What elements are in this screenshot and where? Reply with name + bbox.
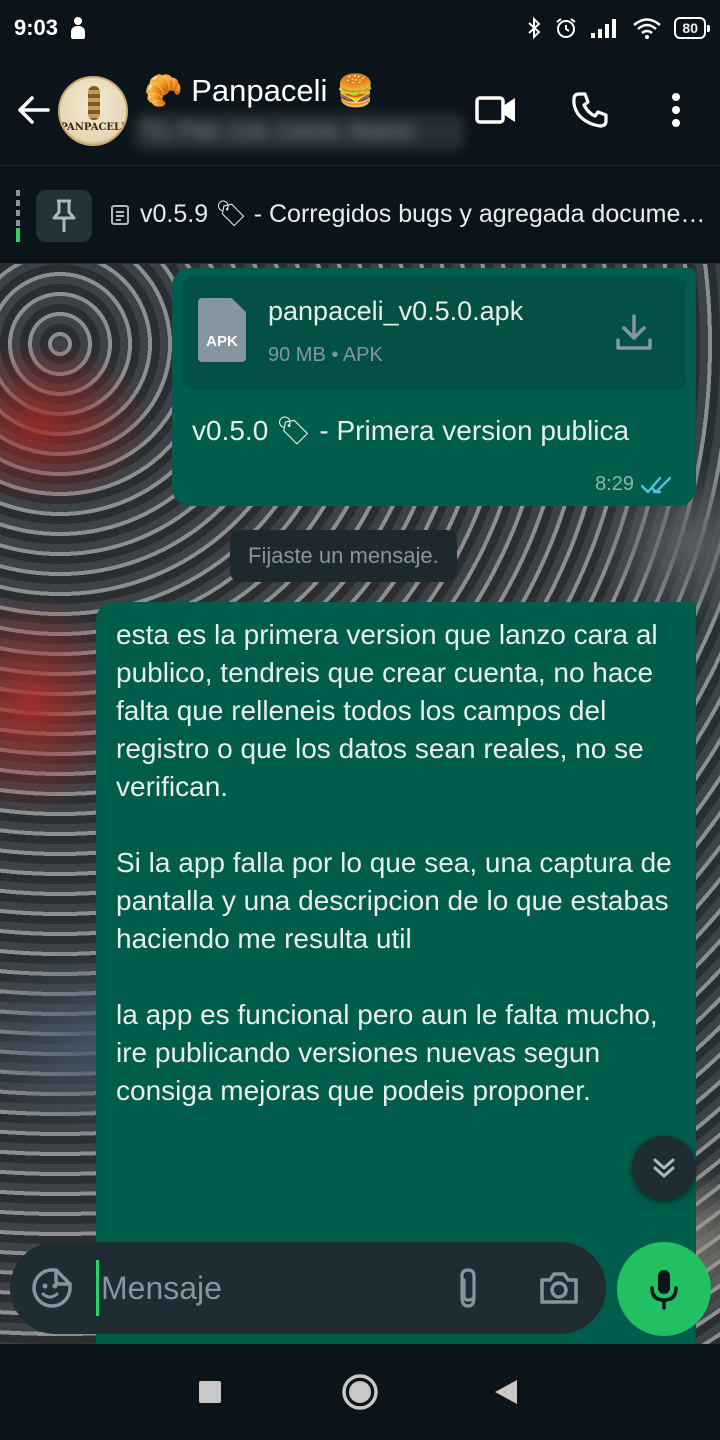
signal-icon: [591, 19, 617, 38]
message-time: 8:29: [595, 473, 634, 495]
sticker-smiley-icon: [32, 1268, 72, 1308]
chat-header: PANPACELI 🥐 Panpaceli 🍔 Tú, Pan, Los, Lo…: [0, 56, 720, 166]
paperclip-icon: [460, 1268, 476, 1308]
triangle-left-icon: [495, 1380, 517, 1404]
pin-button[interactable]: [36, 190, 92, 242]
file-attachment[interactable]: APK panpaceli_v0.5.0.apk 90 MB • APK: [182, 276, 686, 390]
recents-button[interactable]: [186, 1368, 234, 1416]
camera-button[interactable]: [534, 1264, 584, 1312]
status-time: 9:03: [14, 15, 59, 40]
system-message: Fijaste un mensaje.: [230, 530, 457, 582]
home-button[interactable]: [336, 1368, 384, 1416]
text-message-bubble[interactable]: esta es la primera version que lanzo car…: [96, 602, 696, 1344]
message-paragraph: la app es funcional pero aun le falta mu…: [116, 999, 658, 1106]
avatar[interactable]: PANPACELI: [58, 76, 128, 146]
document-icon: [111, 204, 129, 225]
message-meta: 8:29: [595, 473, 674, 496]
status-icons: 80: [526, 16, 710, 40]
message-input[interactable]: [96, 1260, 426, 1316]
double-check-icon: [640, 476, 672, 493]
double-chevron-down-icon: [653, 1158, 675, 1178]
more-vertical-icon: [672, 93, 680, 127]
attach-button[interactable]: [444, 1264, 492, 1312]
back-button[interactable]: [12, 88, 56, 132]
file-name: panpaceli_v0.5.0.apk: [268, 296, 524, 326]
video-call-button[interactable]: [472, 86, 520, 134]
alarm-icon: [556, 18, 577, 38]
file-type-badge: APK: [206, 333, 238, 350]
scroll-to-bottom-button[interactable]: [632, 1136, 696, 1200]
chat-subtitle[interactable]: Tú, Pan, Los, Locos, Nuevo: [134, 114, 464, 150]
square-icon: [199, 1381, 221, 1403]
arrow-left-icon: [18, 96, 50, 124]
video-camera-icon: [475, 96, 515, 124]
chess-pawn-icon: [70, 17, 86, 39]
system-nav-bar: [0, 1344, 720, 1440]
message-paragraph: esta es la primera version que lanzo car…: [116, 619, 658, 802]
download-icon: [616, 314, 652, 350]
phone-icon: [572, 92, 608, 128]
battery-indicator: 80: [674, 17, 710, 39]
microphone-icon: [650, 1270, 678, 1310]
voice-message-button[interactable]: [617, 1242, 711, 1336]
composer: [10, 1242, 606, 1334]
sticker-button[interactable]: [30, 1266, 74, 1310]
avatar-logo-text: PANPACELI: [60, 122, 126, 133]
message-body: esta es la primera version que lanzo car…: [116, 616, 676, 1110]
pinned-message-preview: v0.5.9 🏷 - Corregidos bugs y agregada do…: [110, 200, 706, 229]
wifi-icon: [633, 18, 662, 39]
file-meta: 90 MB • APK: [268, 344, 383, 366]
wheat-icon: [88, 86, 100, 120]
chat-title[interactable]: 🥐 Panpaceli 🍔: [144, 72, 375, 109]
circle-icon: [342, 1374, 378, 1410]
status-bar: 9:03 80: [0, 0, 720, 56]
camera-icon: [540, 1272, 578, 1304]
back-nav-button[interactable]: [482, 1368, 530, 1416]
pin-icon: [52, 199, 76, 232]
pin-position-indicator: [16, 190, 20, 242]
pinned-message-bar[interactable]: v0.5.9 🏷 - Corregidos bugs y agregada do…: [0, 166, 720, 264]
chat-area[interactable]: APK panpaceli_v0.5.0.apk 90 MB • APK v0.…: [0, 264, 720, 1344]
bluetooth-icon: [528, 16, 541, 40]
file-message-bubble[interactable]: APK panpaceli_v0.5.0.apk 90 MB • APK v0.…: [172, 268, 696, 506]
pinned-message-text: v0.5.9 🏷 - Corregidos bugs y agregada do…: [140, 200, 706, 228]
message-paragraph: Si la app falla por lo que sea, una capt…: [116, 847, 672, 954]
more-options-button[interactable]: [652, 86, 700, 134]
voice-call-button[interactable]: [566, 86, 614, 134]
apk-file-icon: APK: [198, 298, 246, 362]
download-button[interactable]: [612, 310, 656, 354]
file-caption: v0.5.0 🏷 - Primera version publica: [192, 415, 630, 446]
